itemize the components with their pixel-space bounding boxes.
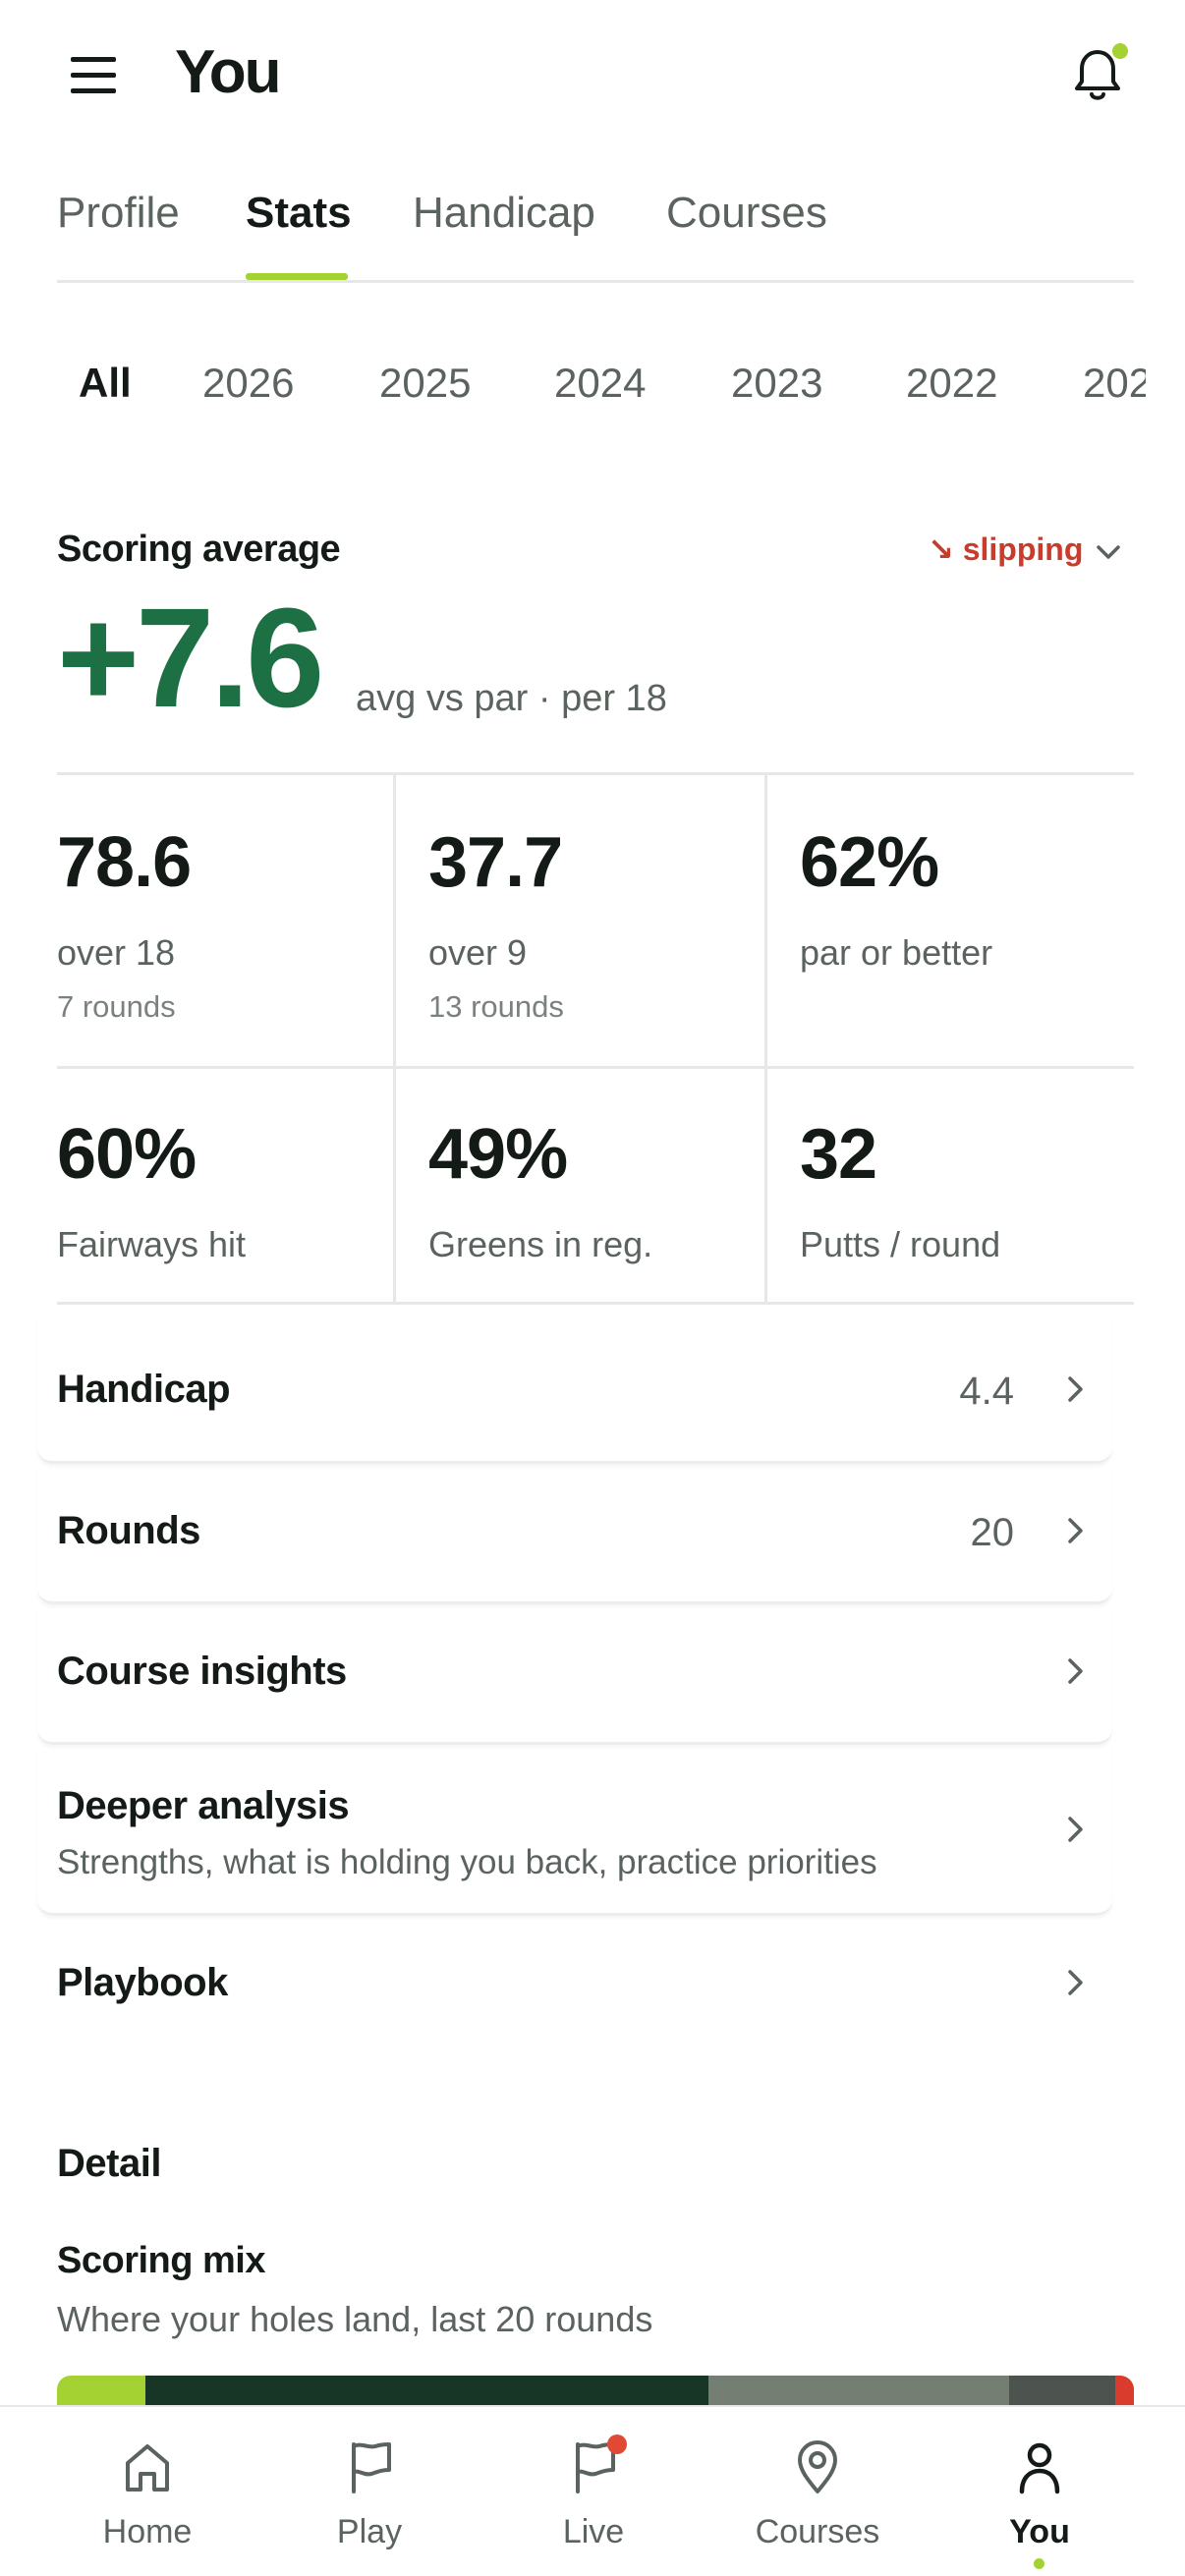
active-nav-indicator [1034, 2558, 1044, 2569]
bottom-nav: Home Play Live Courses You [0, 2405, 1185, 2576]
page-title: You [175, 38, 281, 106]
hamburger-menu-icon[interactable] [65, 51, 124, 100]
scoring-mix-bar [57, 2376, 1134, 2405]
handicap-value: 4.4 [959, 1370, 1014, 1413]
detail-heading: Detail [57, 2142, 161, 2185]
stat-label: par or better [800, 932, 993, 973]
row-title: Handicap [57, 1368, 231, 1411]
nav-you[interactable]: You [931, 2407, 1148, 2576]
nav-label: Home [102, 2513, 193, 2550]
grid-divider [57, 1066, 1134, 1069]
nav-label: You [1009, 2513, 1070, 2550]
nav-live[interactable]: Live [485, 2407, 702, 2576]
map-pin-icon [790, 2436, 845, 2495]
rounds-value: 20 [970, 1511, 1015, 1554]
scoring-mix-segment [1008, 2376, 1116, 2405]
year-filter[interactable]: All 2026 2025 2024 2023 2022 2021 [0, 344, 1146, 432]
stat-value: 78.6 [57, 823, 192, 902]
stat-label: over 9 [428, 932, 528, 973]
nav-play[interactable]: Play [261, 2407, 478, 2576]
active-tab-indicator [246, 273, 348, 280]
tab-profile[interactable]: Profile [57, 189, 180, 238]
nav-label: Courses [755, 2513, 880, 2550]
scoring-mix-segment [708, 2376, 1009, 2405]
year-filter-2024[interactable]: 2024 [554, 360, 646, 407]
nav-label: Play [336, 2513, 403, 2550]
stat-value: 60% [57, 1115, 197, 1194]
playbook-row[interactable]: Playbook [37, 1916, 1112, 2053]
deeper-analysis-row[interactable]: Deeper analysis Strengths, what is holdi… [37, 1745, 1112, 1916]
home-icon [120, 2436, 175, 2495]
scoring-mix-segment [57, 2376, 145, 2405]
stat-label: over 18 [57, 932, 176, 973]
chevron-right-icon [1057, 1372, 1093, 1407]
course-insights-row[interactable]: Course insights [37, 1604, 1112, 1745]
handicap-row[interactable]: Handicap 4.4 [37, 1316, 1112, 1464]
scoring-mix-segment [144, 2376, 709, 2405]
row-subtitle: Strengths, what is holding you back, pra… [57, 1843, 877, 1881]
nav-courses[interactable]: Courses [709, 2407, 926, 2576]
row-title: Rounds [57, 1509, 200, 1552]
chevron-right-icon [1057, 1513, 1093, 1548]
grid-divider [764, 775, 767, 1305]
year-filter-2023[interactable]: 2023 [731, 360, 822, 407]
flag-icon [342, 2436, 397, 2495]
row-title: Course insights [57, 1650, 347, 1693]
year-filter-2025[interactable]: 2025 [379, 360, 471, 407]
stat-value: 37.7 [428, 823, 563, 902]
stat-label: Putts / round [800, 1224, 1001, 1264]
stat-value: 62% [800, 823, 939, 902]
stat-sublabel: 13 rounds [428, 989, 564, 1024]
year-filter-all[interactable]: All [79, 360, 132, 407]
trend-badge[interactable]: ↘ slipping [928, 531, 1083, 568]
stat-sublabel: 7 rounds [57, 989, 176, 1024]
row-title: Deeper analysis [57, 1784, 350, 1827]
chevron-down-icon[interactable] [1091, 534, 1126, 570]
stat-label: Fairways hit [57, 1224, 247, 1264]
scoring-average-label: Scoring average [57, 529, 341, 570]
chevron-right-icon [1057, 1812, 1093, 1847]
nav-label: Live [562, 2513, 625, 2550]
tab-courses[interactable]: Courses [666, 189, 827, 238]
scoring-mix-subtitle: Where your holes land, last 20 rounds [57, 2299, 653, 2339]
scoring-mix-segment [1115, 2376, 1134, 2405]
nav-home[interactable]: Home [39, 2407, 255, 2576]
section-tabs: Profile Stats Handicap Courses [57, 179, 1134, 283]
stats-grid: 78.6 over 18 7 rounds 37.7 over 9 13 rou… [57, 772, 1134, 1305]
chevron-right-icon [1057, 1965, 1093, 2000]
live-badge-dot [607, 2435, 627, 2454]
stat-value: 49% [428, 1115, 568, 1194]
scoring-average-caption: avg vs par · per 18 [356, 678, 667, 719]
row-title: Playbook [57, 1961, 228, 2004]
tab-handicap[interactable]: Handicap [413, 189, 595, 238]
notification-dot [1112, 43, 1128, 59]
stat-label: Greens in reg. [428, 1224, 653, 1264]
stat-value: 32 [800, 1115, 877, 1194]
year-filter-2026[interactable]: 2026 [202, 360, 294, 407]
chevron-right-icon [1057, 1653, 1093, 1689]
year-filter-2022[interactable]: 2022 [906, 360, 997, 407]
scoring-average-value: +7.6 [57, 579, 324, 737]
scoring-mix-title: Scoring mix [57, 2240, 266, 2281]
app-header: You [0, 0, 1185, 147]
person-icon [1012, 2436, 1067, 2495]
year-filter-2021[interactable]: 2021 [1083, 360, 1146, 407]
grid-divider [393, 775, 396, 1305]
rounds-row[interactable]: Rounds 20 [37, 1464, 1112, 1604]
tab-stats[interactable]: Stats [246, 189, 352, 238]
bell-icon[interactable] [1063, 39, 1132, 110]
